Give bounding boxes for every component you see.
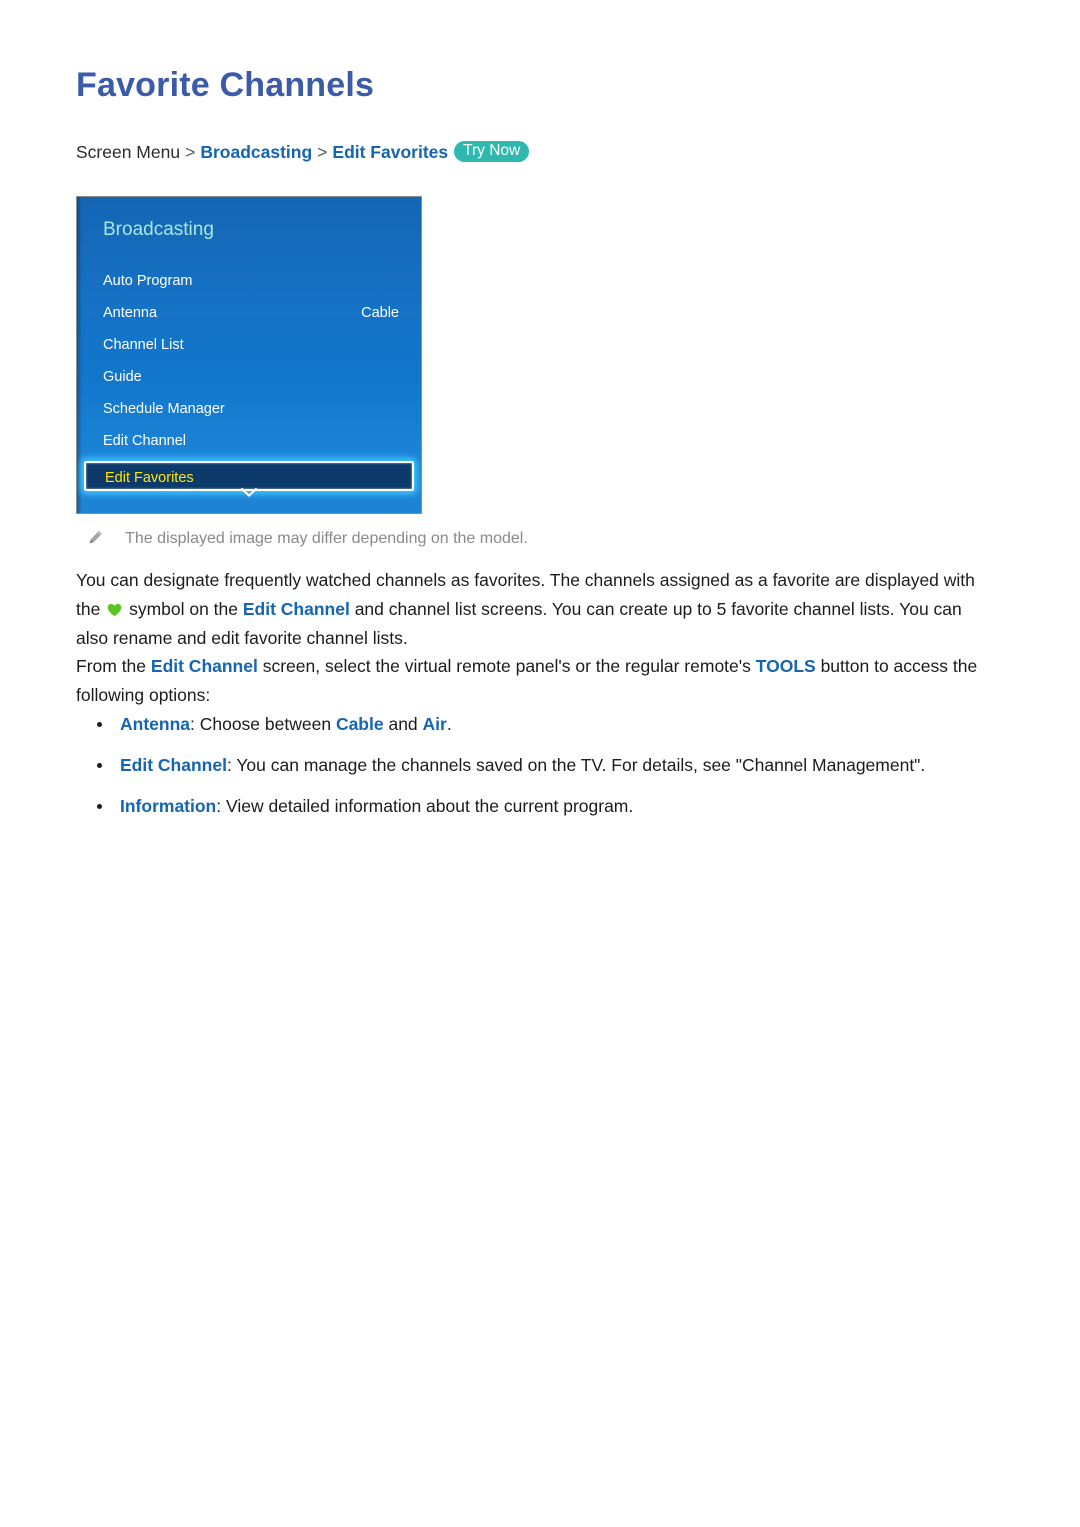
tv-menu-list: Auto Program Antenna Cable Channel List … xyxy=(77,265,421,491)
tv-menu-item-label: Channel List xyxy=(103,337,184,353)
tv-menu-item-label: Guide xyxy=(103,369,142,385)
bullet-icon xyxy=(97,804,102,809)
tv-menu-item-label: Antenna xyxy=(103,305,158,321)
paragraph-tools: From the Edit Channel screen, select the… xyxy=(76,652,992,710)
list-item-mid2: and xyxy=(383,714,423,734)
tv-menu-item-label: Schedule Manager xyxy=(103,401,225,417)
tv-menu-panel: Broadcasting Auto Program Antenna Cable … xyxy=(76,196,422,514)
link-tools[interactable]: TOOLS xyxy=(756,656,816,676)
list-item-term[interactable]: Edit Channel xyxy=(120,755,227,775)
breadcrumb-level2[interactable]: Broadcasting xyxy=(200,142,312,162)
tv-menu-item-schedule-manager[interactable]: Schedule Manager xyxy=(77,393,421,425)
paragraph-intro: You can designate frequently watched cha… xyxy=(76,566,992,653)
list-item-link-cable[interactable]: Cable xyxy=(336,714,384,734)
tv-menu-item-label: Auto Program xyxy=(103,273,193,289)
list-item-term[interactable]: Antenna xyxy=(120,714,190,734)
list-item: Edit Channel: You can manage the channel… xyxy=(76,751,992,780)
tv-menu-item-edit-channel[interactable]: Edit Channel xyxy=(77,425,421,457)
bullet-icon xyxy=(97,722,102,727)
tv-menu-item-guide[interactable]: Guide xyxy=(77,361,421,393)
tv-menu-item-label: Edit Favorites xyxy=(105,470,194,486)
list-item-term[interactable]: Information xyxy=(120,796,216,816)
tv-menu-item-value: Cable xyxy=(361,305,399,321)
list-item-link-air[interactable]: Air xyxy=(423,714,447,734)
tv-menu-item-auto-program[interactable]: Auto Program xyxy=(77,265,421,297)
breadcrumb-root: Screen Menu xyxy=(76,141,181,162)
bullet-icon xyxy=(97,763,102,768)
options-list: Antenna: Choose between Cable and Air. E… xyxy=(76,710,992,833)
heart-icon xyxy=(107,597,122,617)
page-title: Favorite Channels xyxy=(76,66,375,104)
paragraph-tools-part2: screen, select the virtual remote panel'… xyxy=(257,656,756,676)
list-item: Information: View detailed information a… xyxy=(76,792,992,821)
pencil-icon xyxy=(88,530,103,545)
link-edit-channel-2[interactable]: Edit Channel xyxy=(151,656,258,676)
breadcrumb-separator-1: > xyxy=(185,141,196,162)
link-edit-channel[interactable]: Edit Channel xyxy=(243,599,350,619)
paragraph-intro-part2: symbol on the xyxy=(124,599,243,619)
image-note: The displayed image may differ depending… xyxy=(88,530,528,548)
tv-menu-item-label: Edit Channel xyxy=(103,433,187,449)
tv-menu-title: Broadcasting xyxy=(103,219,214,240)
list-item-mid1: : Choose between xyxy=(190,714,336,734)
list-item-tail: . xyxy=(446,714,452,734)
paragraph-tools-part1: From the xyxy=(76,656,151,676)
list-item-mid1: : You can manage the channels saved on t… xyxy=(226,755,926,775)
breadcrumb: Screen Menu > Broadcasting > Edit Favorites T… xyxy=(76,141,530,163)
try-now-badge[interactable]: Try Now xyxy=(454,141,530,163)
chevron-down-icon[interactable] xyxy=(77,487,421,500)
list-item-mid1: : View detailed information about the cu… xyxy=(216,796,634,816)
breadcrumb-level3[interactable]: Edit Favorites xyxy=(332,142,448,162)
list-item: Antenna: Choose between Cable and Air. xyxy=(76,710,992,739)
tv-menu-item-antenna[interactable]: Antenna Cable xyxy=(77,297,421,329)
breadcrumb-separator-2: > xyxy=(317,141,328,162)
image-note-text: The displayed image may differ depending… xyxy=(125,530,528,547)
tv-menu-item-channel-list[interactable]: Channel List xyxy=(77,329,421,361)
